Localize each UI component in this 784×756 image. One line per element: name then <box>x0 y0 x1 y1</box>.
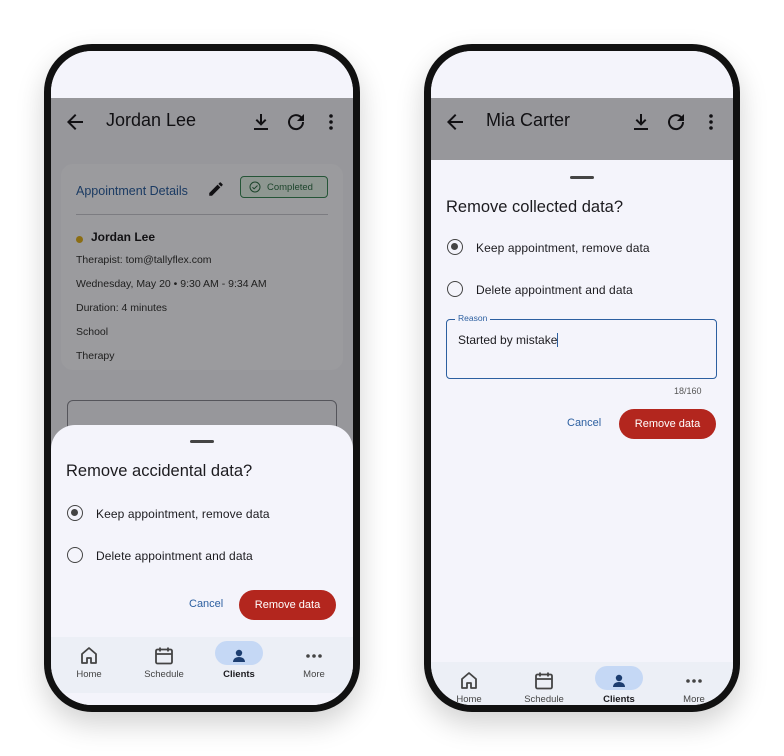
home-icon <box>77 644 101 668</box>
nav-label: More <box>683 694 705 705</box>
nav-label: Schedule <box>144 669 184 680</box>
nav-label: Clients <box>223 669 255 680</box>
radio-selected[interactable] <box>447 239 463 255</box>
drag-handle[interactable] <box>190 440 214 443</box>
more-horizontal-icon <box>682 669 706 693</box>
nav-label: Clients <box>603 694 635 705</box>
cancel-button[interactable]: Cancel <box>567 417 601 429</box>
nav-label: Home <box>76 669 102 680</box>
reason-field-value: Started by mistake <box>458 333 559 347</box>
remove-data-button[interactable]: Remove data <box>239 590 336 620</box>
nav-more[interactable]: More <box>276 637 352 693</box>
radio-selected[interactable] <box>67 505 83 521</box>
nav-schedule[interactable]: Schedule <box>506 662 582 705</box>
reason-field-label: Reason <box>455 313 491 323</box>
reason-text-field[interactable]: Reason Started by mistake <box>446 313 717 379</box>
nav-clients[interactable]: Clients <box>581 662 657 705</box>
bottom-sheet: Remove collected data? Keep appointment,… <box>431 160 733 457</box>
status-bar <box>431 51 733 98</box>
option-delete-appointment[interactable]: Delete appointment and data <box>446 280 706 300</box>
person-icon <box>607 669 631 693</box>
nav-schedule[interactable]: Schedule <box>126 637 202 693</box>
bottom-sheet: Remove accidental data? Keep appointment… <box>51 425 353 645</box>
empty-area <box>431 457 733 662</box>
nav-label: Home <box>456 694 482 705</box>
option-label: Keep appointment, remove data <box>476 241 650 255</box>
nav-more[interactable]: More <box>656 662 732 705</box>
sheet-title: Remove collected data? <box>446 198 624 216</box>
phone-screen-left: Jordan Lee Appointment Details Completed <box>44 44 360 712</box>
modal-scrim[interactable] <box>431 98 733 160</box>
character-counter: 18/160 <box>674 386 702 396</box>
option-label: Keep appointment, remove data <box>96 507 270 521</box>
bottom-navigation: Home Schedule Clients More <box>431 662 733 705</box>
remove-data-button[interactable]: Remove data <box>619 409 716 439</box>
radio-unselected[interactable] <box>67 547 83 563</box>
nav-label: Schedule <box>524 694 564 705</box>
calendar-icon <box>152 644 176 668</box>
home-icon <box>457 669 481 693</box>
phone-screen-right: Mia Carter Remove collected data? Keep a… <box>424 44 740 712</box>
person-icon <box>227 644 251 668</box>
status-bar <box>51 51 353 98</box>
more-horizontal-icon <box>302 644 326 668</box>
nav-clients[interactable]: Clients <box>201 637 277 693</box>
option-delete-appointment[interactable]: Delete appointment and data <box>66 546 326 566</box>
nav-label: More <box>303 669 325 680</box>
nav-home[interactable]: Home <box>51 637 127 693</box>
text-cursor <box>557 333 559 347</box>
bottom-navigation: Home Schedule Clients More <box>51 637 353 693</box>
radio-unselected[interactable] <box>447 281 463 297</box>
option-label: Delete appointment and data <box>96 549 253 563</box>
option-label: Delete appointment and data <box>476 283 633 297</box>
option-keep-appointment[interactable]: Keep appointment, remove data <box>446 238 706 258</box>
calendar-icon <box>532 669 556 693</box>
reason-value-text: Started by mistake <box>458 333 558 347</box>
nav-home[interactable]: Home <box>431 662 507 705</box>
drag-handle[interactable] <box>570 176 594 179</box>
option-keep-appointment[interactable]: Keep appointment, remove data <box>66 504 326 524</box>
cancel-button[interactable]: Cancel <box>189 598 223 610</box>
sheet-title: Remove accidental data? <box>66 462 253 480</box>
